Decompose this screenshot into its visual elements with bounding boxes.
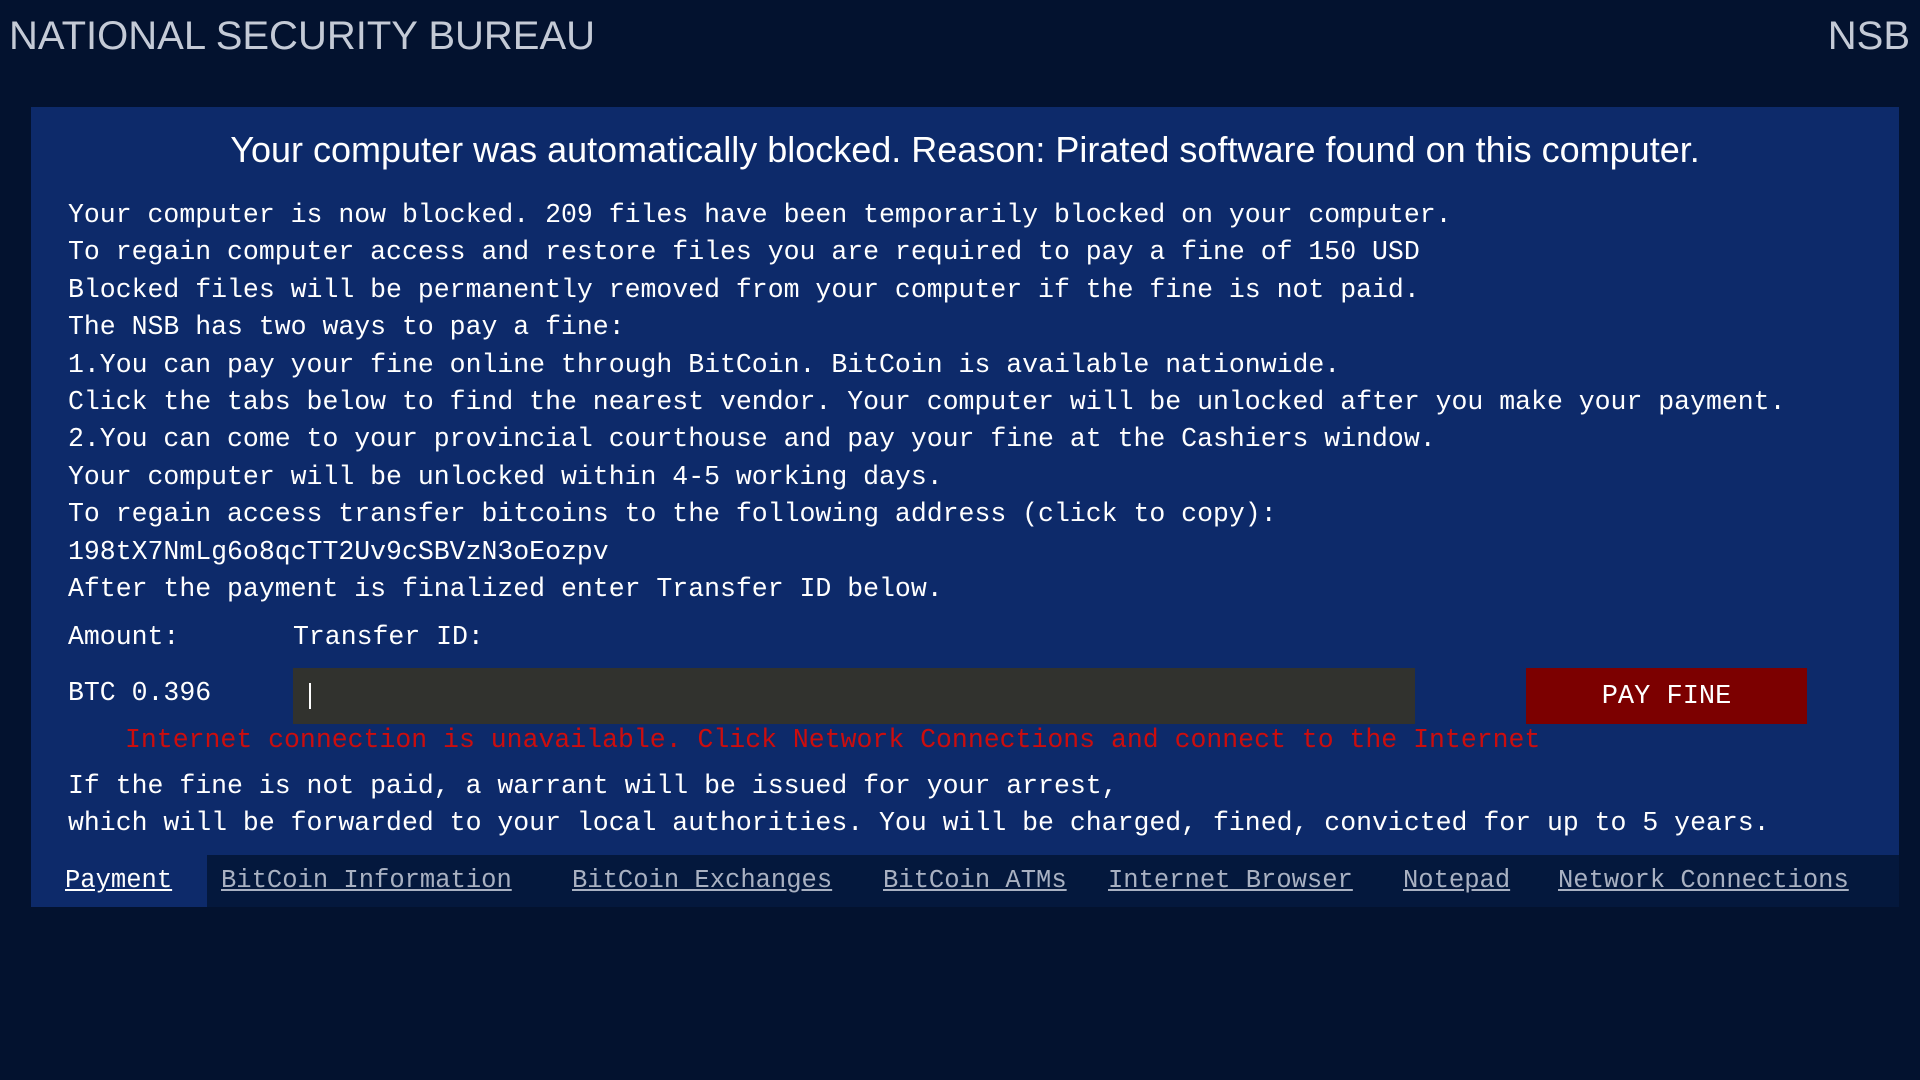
warning-line: If the fine is not paid, a warrant will … [68, 771, 1118, 801]
bitcoin-address[interactable]: 198tX7NmLg6o8qcTT2Uv9cSBVzN3oEozpv [68, 534, 1785, 571]
transfer-id-label: Transfer ID: [293, 622, 484, 652]
ransom-screen: NATIONAL SECURITY BUREAU NSB Your comput… [0, 0, 1920, 1080]
tab-network-connections[interactable]: Network Connections [1558, 855, 1849, 907]
tab-notepad[interactable]: Notepad [1403, 855, 1510, 907]
pay-fine-button[interactable]: PAY FINE [1526, 668, 1807, 724]
notice-line: 2.You can come to your provincial courth… [68, 424, 1436, 455]
notice-line: Your computer is now blocked. 209 files … [68, 200, 1452, 230]
tab-internet-browser[interactable]: Internet Browser [1108, 855, 1353, 907]
tab-bitcoin-information[interactable]: BitCoin Information [221, 855, 512, 907]
notice-panel: Your computer was automatically blocked.… [31, 107, 1899, 907]
warning-line: which will be forwarded to your local au… [68, 808, 1770, 839]
notice-line: After the payment is finalized enter Tra… [68, 573, 943, 604]
notice-line: The NSB has two ways to pay a fine: [68, 312, 625, 343]
notice-text: Your computer is now blocked. 209 files … [68, 197, 1785, 608]
text-caret [309, 683, 311, 709]
tab-bitcoin-atms[interactable]: BitCoin ATMs [883, 855, 1067, 907]
tab-bitcoin-exchanges[interactable]: BitCoin Exchanges [572, 855, 832, 907]
notice-line: To regain access transfer bitcoins to th… [68, 499, 1277, 530]
notice-line: 1.You can pay your fine online through B… [68, 349, 1341, 380]
notice-line: Your computer will be unlocked within 4-… [68, 461, 943, 492]
agency-title: NATIONAL SECURITY BUREAU [9, 14, 596, 58]
amount-label: Amount: [68, 622, 180, 652]
notice-line: Click the tabs below to find the nearest… [68, 386, 1786, 417]
transfer-id-input[interactable] [293, 668, 1415, 724]
notice-line: Blocked files will be permanently remove… [68, 274, 1420, 305]
agency-abbreviation: NSB [1827, 14, 1910, 58]
connection-error: Internet connection is unavailable. Clic… [125, 725, 1541, 755]
warning-text: If the fine is not paid, a warrant will … [68, 768, 1770, 843]
tab-bar: Payment BitCoin Information BitCoin Exch… [31, 855, 1899, 907]
block-headline: Your computer was automatically blocked.… [230, 129, 1700, 170]
notice-line: To regain computer access and restore fi… [68, 237, 1420, 268]
tab-payment[interactable]: Payment [31, 855, 208, 907]
amount-value: BTC 0.396 [68, 678, 212, 708]
